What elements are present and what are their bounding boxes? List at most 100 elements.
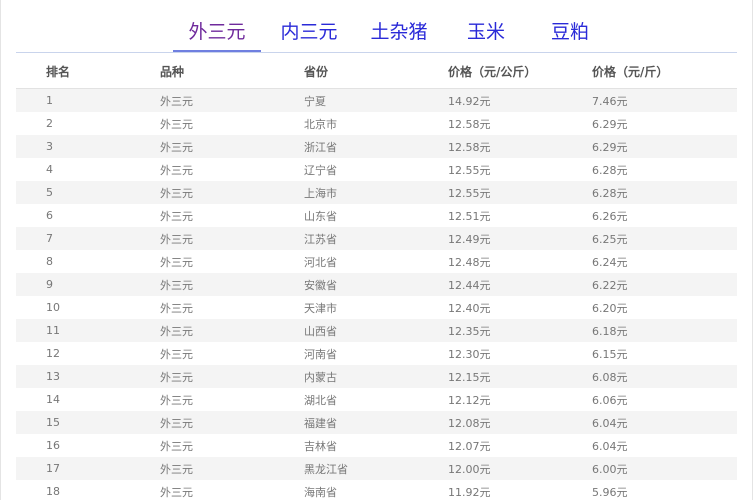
table-row: 7外三元江苏省12.49元6.25元 <box>16 227 737 250</box>
price-kg-cell: 12.07元 <box>448 434 592 457</box>
province-cell: 湖北省 <box>304 388 448 411</box>
variety-cell: 外三元 <box>160 273 304 296</box>
tab-bar: 外三元 内三元 土杂猪 玉米 豆粕 <box>16 0 737 53</box>
province-cell: 上海市 <box>304 181 448 204</box>
price-kg-cell: 12.48元 <box>448 250 592 273</box>
rank-cell: 13 <box>16 365 160 388</box>
province-cell: 天津市 <box>304 296 448 319</box>
rank-cell: 9 <box>16 273 160 296</box>
price-jin-cell: 6.00元 <box>592 457 737 480</box>
variety-cell: 外三元 <box>160 457 304 480</box>
price-jin-cell: 6.22元 <box>592 273 737 296</box>
header-variety: 品种 <box>160 54 304 89</box>
variety-cell: 外三元 <box>160 434 304 457</box>
province-cell: 内蒙古 <box>304 365 448 388</box>
header-rank: 排名 <box>16 54 160 89</box>
rank-cell: 8 <box>16 250 160 273</box>
rank-cell: 5 <box>16 181 160 204</box>
tab-waisanyuan[interactable]: 外三元 <box>173 20 261 52</box>
price-kg-cell: 12.30元 <box>448 342 592 365</box>
table-body: 1外三元宁夏14.92元7.46元2外三元北京市12.58元6.29元3外三元浙… <box>16 89 737 503</box>
price-jin-cell: 6.29元 <box>592 112 737 135</box>
table-row: 1外三元宁夏14.92元7.46元 <box>16 89 737 113</box>
rank-cell: 15 <box>16 411 160 434</box>
table-row: 4外三元辽宁省12.55元6.28元 <box>16 158 737 181</box>
price-jin-cell: 6.18元 <box>592 319 737 342</box>
province-cell: 辽宁省 <box>304 158 448 181</box>
tab-neisanyuan[interactable]: 内三元 <box>268 20 350 52</box>
price-kg-cell: 12.00元 <box>448 457 592 480</box>
table-header-row: 排名 品种 省份 价格（元/公斤） 价格（元/斤） <box>16 54 737 89</box>
province-cell: 吉林省 <box>304 434 448 457</box>
variety-cell: 外三元 <box>160 227 304 250</box>
tab-corn[interactable]: 玉米 <box>454 20 518 52</box>
province-cell: 安徽省 <box>304 273 448 296</box>
table-row: 15外三元福建省12.08元6.04元 <box>16 411 737 434</box>
price-kg-cell: 12.58元 <box>448 135 592 158</box>
price-ranking-table: 排名 品种 省份 价格（元/公斤） 价格（元/斤） 1外三元宁夏14.92元7.… <box>16 54 737 503</box>
table-row: 10外三元天津市12.40元6.20元 <box>16 296 737 319</box>
price-kg-cell: 12.40元 <box>448 296 592 319</box>
variety-cell: 外三元 <box>160 135 304 158</box>
table-row: 3外三元浙江省12.58元6.29元 <box>16 135 737 158</box>
price-jin-cell: 6.08元 <box>592 365 737 388</box>
header-province: 省份 <box>304 54 448 89</box>
variety-cell: 外三元 <box>160 319 304 342</box>
rank-cell: 12 <box>16 342 160 365</box>
price-kg-cell: 12.44元 <box>448 273 592 296</box>
variety-cell: 外三元 <box>160 388 304 411</box>
price-jin-cell: 6.04元 <box>592 434 737 457</box>
table-row: 6外三元山东省12.51元6.26元 <box>16 204 737 227</box>
province-cell: 浙江省 <box>304 135 448 158</box>
province-cell: 河南省 <box>304 342 448 365</box>
price-jin-cell: 6.04元 <box>592 411 737 434</box>
price-jin-cell: 6.24元 <box>592 250 737 273</box>
province-cell: 河北省 <box>304 250 448 273</box>
tab-soybean-meal[interactable]: 豆粕 <box>538 20 602 52</box>
variety-cell: 外三元 <box>160 411 304 434</box>
price-kg-cell: 12.12元 <box>448 388 592 411</box>
table-row: 9外三元安徽省12.44元6.22元 <box>16 273 737 296</box>
table-row: 16外三元吉林省12.07元6.04元 <box>16 434 737 457</box>
tab-tuzazhu[interactable]: 土杂猪 <box>358 20 440 52</box>
price-jin-cell: 6.25元 <box>592 227 737 250</box>
header-price-per-kg: 价格（元/公斤） <box>448 54 592 89</box>
price-kg-cell: 12.55元 <box>448 181 592 204</box>
variety-cell: 外三元 <box>160 112 304 135</box>
variety-cell: 外三元 <box>160 250 304 273</box>
price-jin-cell: 6.26元 <box>592 204 737 227</box>
table-row: 13外三元内蒙古12.15元6.08元 <box>16 365 737 388</box>
rank-cell: 3 <box>16 135 160 158</box>
price-jin-cell: 6.28元 <box>592 181 737 204</box>
price-jin-cell: 6.20元 <box>592 296 737 319</box>
variety-cell: 外三元 <box>160 365 304 388</box>
variety-cell: 外三元 <box>160 296 304 319</box>
header-price-per-jin: 价格（元/斤） <box>592 54 737 89</box>
price-jin-cell: 6.28元 <box>592 158 737 181</box>
price-kg-cell: 12.08元 <box>448 411 592 434</box>
table-row: 14外三元湖北省12.12元6.06元 <box>16 388 737 411</box>
table-row: 8外三元河北省12.48元6.24元 <box>16 250 737 273</box>
price-kg-cell: 12.15元 <box>448 365 592 388</box>
province-cell: 北京市 <box>304 112 448 135</box>
table-row: 17外三元黑龙江省12.00元6.00元 <box>16 457 737 480</box>
price-jin-cell: 6.29元 <box>592 135 737 158</box>
price-jin-cell: 6.06元 <box>592 388 737 411</box>
table-row: 2外三元北京市12.58元6.29元 <box>16 112 737 135</box>
rank-cell: 1 <box>16 89 160 113</box>
price-kg-cell: 12.35元 <box>448 319 592 342</box>
province-cell: 福建省 <box>304 411 448 434</box>
table-row: 11外三元山西省12.35元6.18元 <box>16 319 737 342</box>
variety-cell: 外三元 <box>160 89 304 113</box>
table-row: 5外三元上海市12.55元6.28元 <box>16 181 737 204</box>
province-cell: 山西省 <box>304 319 448 342</box>
price-kg-cell: 14.92元 <box>448 89 592 113</box>
price-kg-cell: 12.51元 <box>448 204 592 227</box>
rank-cell: 17 <box>16 457 160 480</box>
variety-cell: 外三元 <box>160 342 304 365</box>
variety-cell: 外三元 <box>160 204 304 227</box>
province-cell: 山东省 <box>304 204 448 227</box>
variety-cell: 外三元 <box>160 158 304 181</box>
rank-cell: 14 <box>16 388 160 411</box>
rank-cell: 6 <box>16 204 160 227</box>
